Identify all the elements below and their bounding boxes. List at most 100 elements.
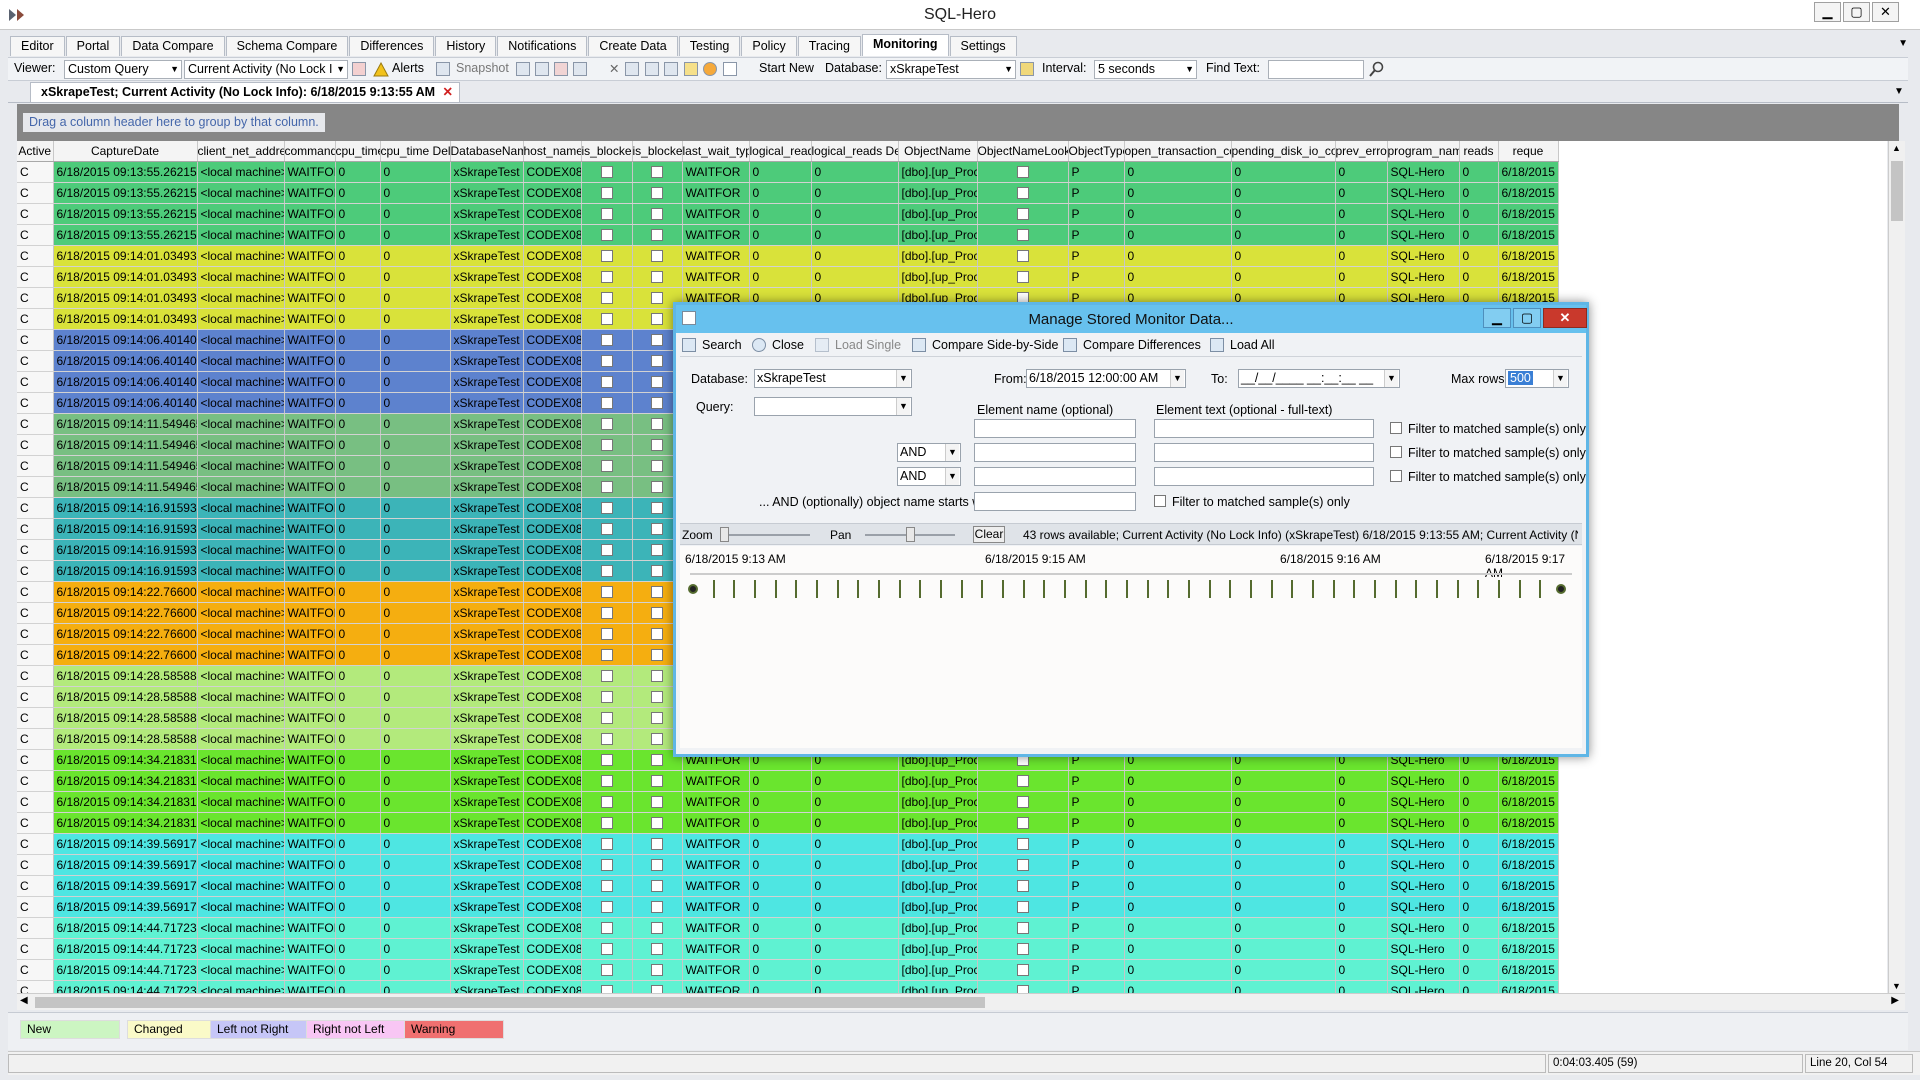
table-cell[interactable]: <local machine>	[197, 392, 285, 414]
calendar-icon[interactable]	[664, 62, 678, 76]
table-cell[interactable]: CODEX08	[523, 686, 582, 708]
table-cell[interactable]: CODEX08	[523, 350, 582, 372]
tab-notifications[interactable]: Notifications	[497, 36, 588, 56]
grid-checkbox-cell[interactable]	[632, 938, 683, 960]
column-header[interactable]: last_wait_type	[682, 141, 750, 162]
table-cell[interactable]: 0	[380, 896, 451, 918]
table-cell[interactable]: 6/18/2015 09:14:22.7660013	[53, 581, 198, 603]
table-cell[interactable]: C	[17, 833, 54, 855]
table-cell[interactable]: 0	[1459, 896, 1499, 918]
table-cell[interactable]: [dbo].[up_Proc1]	[898, 245, 978, 267]
query-select[interactable]: ▼	[754, 397, 912, 416]
table-cell[interactable]: 0	[335, 413, 381, 435]
table-cell[interactable]: P	[1068, 161, 1125, 183]
timeline-sample-marker[interactable]	[733, 580, 736, 598]
table-cell[interactable]: SQL-Hero	[1387, 875, 1460, 897]
table-cell[interactable]: WAITFOR	[284, 644, 336, 666]
table-cell[interactable]: 0	[335, 518, 381, 540]
table-cell[interactable]: 0	[1231, 854, 1336, 876]
table-cell[interactable]: 0	[749, 182, 812, 204]
timeline-sample-marker[interactable]	[1518, 580, 1521, 598]
table-cell[interactable]: 0	[1335, 245, 1388, 267]
table-cell[interactable]: C	[17, 224, 54, 246]
table-cell[interactable]: C	[17, 329, 54, 351]
table-cell[interactable]: C	[17, 287, 54, 309]
table-cell[interactable]: 0	[380, 602, 451, 624]
table-cell[interactable]: C	[17, 266, 54, 288]
load-all-button[interactable]: Load All	[1230, 338, 1274, 352]
table-cell[interactable]: CODEX08	[523, 665, 582, 687]
grid-checkbox-cell[interactable]	[581, 875, 633, 897]
element-name-input-1[interactable]	[974, 419, 1136, 438]
table-cell[interactable]: 6/18/2015 09:14:01.0349390	[53, 266, 198, 288]
table-cell[interactable]: C	[17, 581, 54, 603]
table-cell[interactable]: 0	[335, 812, 381, 834]
table-cell[interactable]: 6/18/2015 09:14:34.2183137	[53, 812, 198, 834]
table-cell[interactable]: xSkrapeTest	[450, 476, 524, 498]
table-cell[interactable]: CODEX08	[523, 623, 582, 645]
table-row[interactable]: C 6/18/2015 09:14:39.5691728 <local machin…	[17, 896, 1559, 918]
table-cell[interactable]: 6/18/2015 09:14:16.9159308	[53, 539, 198, 561]
table-cell[interactable]: CODEX08	[523, 644, 582, 666]
table-cell[interactable]: <local machine>	[197, 560, 285, 582]
table-cell[interactable]: 0	[335, 791, 381, 813]
table-cell[interactable]: P	[1068, 917, 1125, 939]
table-cell[interactable]: 0	[380, 686, 451, 708]
table-cell[interactable]: WAITFOR	[682, 770, 750, 792]
table-cell[interactable]: 0	[335, 476, 381, 498]
table-cell[interactable]: 0	[811, 770, 899, 792]
table-cell[interactable]: WAITFOR	[682, 182, 750, 204]
table-cell[interactable]: CODEX08	[523, 980, 582, 993]
table-cell[interactable]: 6/18/2015 09:14:16.9159308	[53, 497, 198, 519]
table-cell[interactable]: P	[1068, 959, 1125, 981]
scroll-right-icon[interactable]: ▶	[1891, 995, 1899, 1006]
filter-matched-checkbox-2[interactable]	[1390, 446, 1402, 458]
table-cell[interactable]: <local machine>	[197, 329, 285, 351]
report-icon[interactable]	[352, 62, 366, 76]
table-cell[interactable]: WAITFOR	[284, 812, 336, 834]
table-cell[interactable]: CODEX08	[523, 518, 582, 540]
table-cell[interactable]: <local machine>	[197, 455, 285, 477]
table-cell[interactable]: CODEX08	[523, 161, 582, 183]
table-cell[interactable]: C	[17, 413, 54, 435]
table-cell[interactable]: 0	[749, 854, 812, 876]
table-cell[interactable]: <local machine>	[197, 224, 285, 246]
table-cell[interactable]: 6/18/2015 0	[1498, 791, 1559, 813]
table-cell[interactable]: 0	[380, 161, 451, 183]
grid-checkbox-cell[interactable]	[632, 266, 683, 288]
compare-differences-button[interactable]: Compare Differences	[1083, 338, 1201, 352]
object-name-starts-input[interactable]	[974, 492, 1136, 511]
table-cell[interactable]: 0	[380, 938, 451, 960]
table-cell[interactable]: 0	[380, 392, 451, 414]
table-cell[interactable]: [dbo].[up_Proc1]	[898, 161, 978, 183]
grid-checkbox-cell[interactable]	[581, 728, 633, 750]
table-cell[interactable]: 0	[811, 812, 899, 834]
table-cell[interactable]: 0	[380, 560, 451, 582]
timeline-sample-marker[interactable]	[754, 580, 756, 598]
table-cell[interactable]: WAITFOR	[284, 455, 336, 477]
delete-grid-icon[interactable]	[554, 62, 568, 76]
table-cell[interactable]: WAITFOR	[284, 833, 336, 855]
table-cell[interactable]: 0	[335, 455, 381, 477]
table-cell[interactable]: 0	[380, 371, 451, 393]
table-cell[interactable]: 0	[335, 749, 381, 771]
table-cell[interactable]: <local machine>	[197, 917, 285, 939]
table-cell[interactable]: xSkrapeTest	[450, 203, 524, 225]
timeline-endpoint-marker[interactable]	[688, 584, 698, 594]
table-cell[interactable]: 0	[1124, 245, 1232, 267]
table-cell[interactable]: 0	[1124, 266, 1232, 288]
table-cell[interactable]: xSkrapeTest	[450, 308, 524, 330]
table-cell[interactable]: SQL-Hero	[1387, 770, 1460, 792]
table-cell[interactable]: 0	[1124, 875, 1232, 897]
grid-checkbox-cell[interactable]	[632, 161, 683, 183]
filter-matched-checkbox-1[interactable]	[1390, 422, 1402, 434]
table-cell[interactable]: 6/18/2015 09:14:28.5858807	[53, 686, 198, 708]
table-cell[interactable]: 0	[1231, 875, 1336, 897]
table-cell[interactable]: CODEX08	[523, 938, 582, 960]
table-cell[interactable]: 0	[749, 917, 812, 939]
table-cell[interactable]: 0	[335, 686, 381, 708]
table-cell[interactable]: 0	[1124, 959, 1232, 981]
chevron-down-icon[interactable]: ▼	[1898, 38, 1908, 49]
table-cell[interactable]: C	[17, 749, 54, 771]
tab-portal[interactable]: Portal	[65, 36, 121, 56]
